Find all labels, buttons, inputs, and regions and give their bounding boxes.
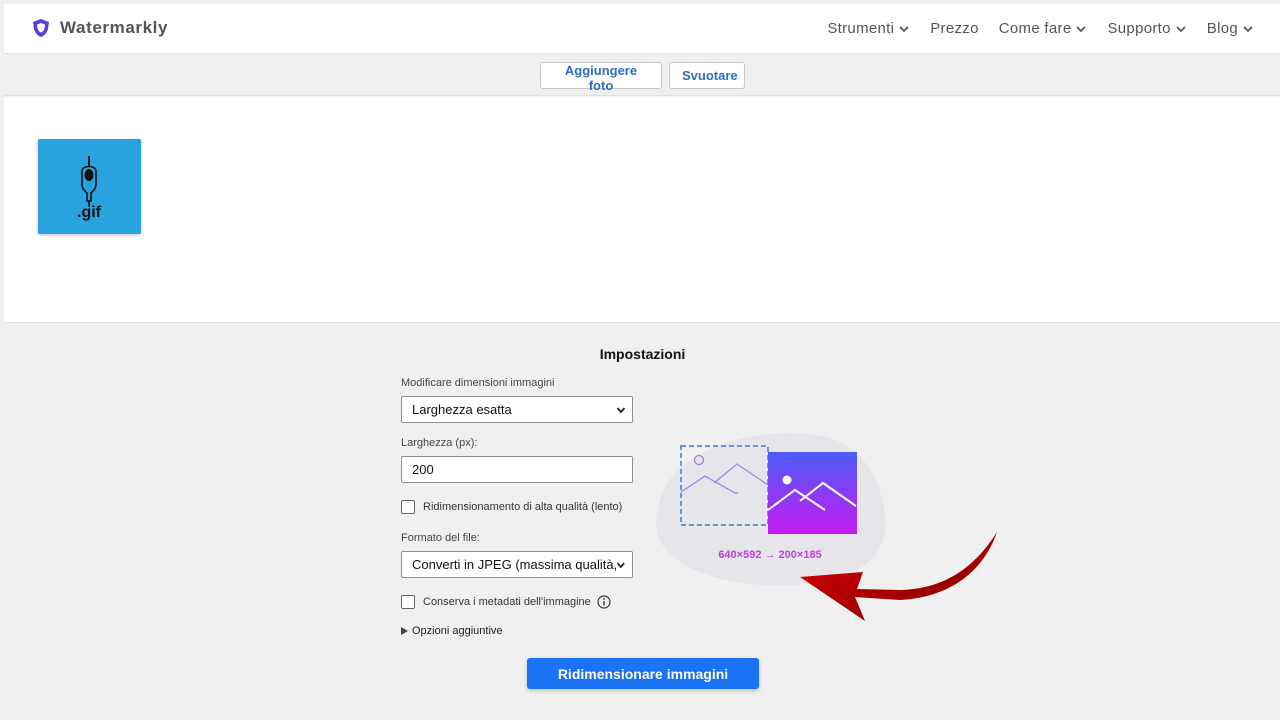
- settings-title: Impostazioni: [599, 346, 686, 362]
- nav-label: Prezzo: [930, 20, 979, 37]
- keep-metadata-label: Conserva i metadati dell'immagine: [423, 596, 591, 608]
- hq-resize-checkbox[interactable]: [401, 500, 415, 514]
- gif-label: .gif: [77, 204, 102, 221]
- resize-mode-select[interactable]: Larghezza esatta: [401, 396, 633, 423]
- nav-label: Come fare: [998, 20, 1072, 37]
- logo[interactable]: Watermarkly: [32, 18, 168, 38]
- nav-prezzo[interactable]: Prezzo: [930, 20, 979, 37]
- hq-resize-label: Ridimensionamento di alta qualità (lento…: [423, 501, 623, 513]
- format-select[interactable]: Converti in JPEG (massima qualità, f: [401, 551, 633, 578]
- info-icon[interactable]: [597, 595, 611, 609]
- chevron-down-icon: [617, 562, 626, 568]
- width-input[interactable]: 200: [401, 456, 633, 483]
- gif-file-icon: .gif: [77, 156, 102, 221]
- main-nav: Strumenti Prezzo Come fare Supporto Blog: [827, 20, 1254, 37]
- triangle-right-icon: [401, 627, 408, 635]
- hq-resize-option[interactable]: Ridimensionamento di alta qualità (lento…: [401, 500, 622, 514]
- nav-label: Strumenti: [827, 20, 895, 37]
- image-gallery: .gif: [4, 97, 1280, 323]
- add-photo-button[interactable]: Aggiungere foto: [540, 62, 662, 93]
- image-thumbnail[interactable]: .gif: [38, 139, 141, 234]
- shield-logo-icon: [33, 19, 49, 37]
- resize-images-button[interactable]: Ridimensionare immagini: [527, 658, 759, 689]
- sun-icon: [782, 475, 792, 485]
- nav-come-fare[interactable]: Come fare: [999, 20, 1088, 37]
- keep-metadata-option[interactable]: Conserva i metadati dell'immagine: [401, 595, 611, 609]
- chevron-down-icon: [899, 25, 909, 32]
- nav-label: Blog: [1206, 20, 1238, 37]
- red-annotation-arrow-icon: [800, 532, 997, 621]
- format-value: Converti in JPEG (massima qualità, f: [412, 557, 617, 572]
- nav-strumenti[interactable]: Strumenti: [827, 20, 910, 37]
- nav-supporto[interactable]: Supporto: [1107, 20, 1186, 37]
- toolbar: Aggiungere foto Svuotare: [4, 55, 1280, 96]
- nav-blog[interactable]: Blog: [1207, 20, 1254, 37]
- chevron-down-icon: [1076, 25, 1087, 32]
- logo-text: Watermarkly: [60, 18, 169, 37]
- more-options-label: Opzioni aggiuntive: [412, 625, 503, 637]
- chevron-down-icon: [1243, 25, 1253, 32]
- more-options-toggle[interactable]: Opzioni aggiuntive: [401, 625, 503, 637]
- format-label: Formato del file:: [401, 532, 480, 544]
- resize-mode-label: Modificare dimensioni immagini: [401, 377, 555, 389]
- top-navigation-bar: Watermarkly Strumenti Prezzo Come fare S…: [4, 4, 1280, 54]
- chevron-down-icon: [616, 406, 626, 413]
- clear-button[interactable]: Svuotare: [669, 62, 745, 89]
- chevron-down-icon: [1176, 25, 1186, 32]
- keep-metadata-checkbox[interactable]: [401, 595, 415, 609]
- resized-image-icon: [768, 452, 857, 534]
- width-label: Larghezza (px):: [401, 437, 478, 449]
- resize-mode-value: Larghezza esatta: [412, 402, 512, 417]
- nav-label: Supporto: [1107, 20, 1171, 37]
